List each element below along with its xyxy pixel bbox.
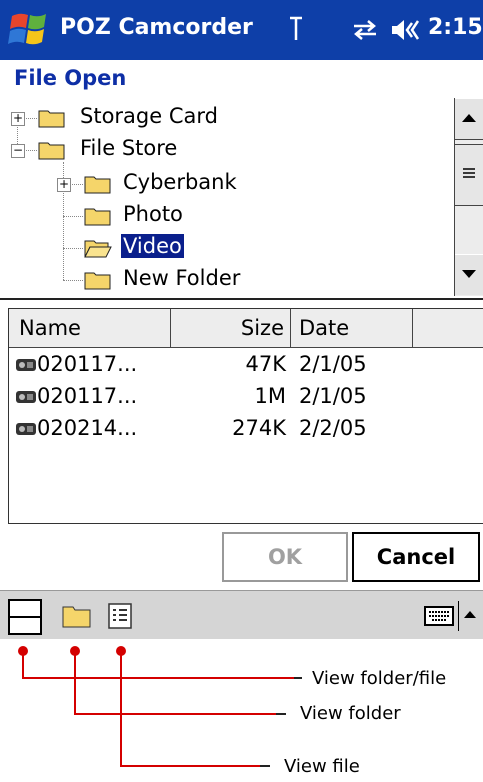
expand-icon[interactable]: + [57,178,71,192]
video-file-icon [16,359,36,371]
annotation-line [22,677,294,679]
annotation-line [276,713,286,715]
tree-item-file-store[interactable]: − File Store [8,134,448,166]
arrow-down-icon [462,270,476,278]
clock[interactable]: 2:15 [428,15,483,40]
column-header-size[interactable]: Size [171,309,291,347]
view-folder-icon[interactable] [62,603,92,629]
tree-scrollbar[interactable] [454,98,483,296]
annotation-line [294,677,302,679]
annotation-line [260,765,270,767]
file-name: 020117... [37,352,138,376]
annotation-line [74,650,76,714]
tree-item-photo[interactable]: Photo [8,200,448,232]
divider [0,298,483,300]
file-size: 47K [245,352,287,376]
tree-item-label: New Folder [123,266,241,290]
scroll-up-button[interactable] [455,98,483,140]
tree-item-label: Cyberbank [123,170,237,194]
file-date: 2/2/05 [299,416,367,440]
file-size: 274K [232,416,286,440]
video-file-icon [16,391,36,403]
list-header: Name Size Date [9,309,483,348]
annotation-line [22,650,24,678]
tree-item-new-folder[interactable]: New Folder [8,264,448,296]
signal-icon[interactable] [288,16,304,42]
annotation-line [120,650,122,766]
expand-icon[interactable]: + [11,112,25,126]
windows-logo-icon[interactable] [8,10,52,50]
tree-item-video[interactable]: Video [8,232,448,264]
video-file-icon [16,423,36,435]
file-row[interactable]: 020117... 1M 2/1/05 [9,381,483,413]
folder-icon [38,142,65,160]
tree-item-label: Photo [123,202,183,226]
folder-icon [38,110,65,128]
tree-item-label: Storage Card [80,104,218,128]
collapse-icon[interactable]: − [11,144,25,158]
file-name: 020214... [37,416,138,440]
file-size: 1M [254,384,286,408]
menu-bar [0,590,483,639]
ok-button[interactable]: OK [222,532,348,582]
annotation-line [120,765,260,767]
view-file-icon[interactable] [108,603,132,629]
grip-icon [463,168,475,178]
column-header-date[interactable]: Date [291,309,413,347]
tree-item-label: Video [120,233,185,259]
annotation-line [74,713,276,715]
volume-icon[interactable] [390,17,426,43]
tree-item-cyberbank[interactable]: + Cyberbank [8,168,448,200]
column-header-name[interactable]: Name [9,309,171,347]
tree-item-storage-card[interactable]: + Storage Card [8,102,448,134]
title-bar: POZ Camcorder 2:15 [0,0,483,60]
scroll-down-button[interactable] [455,254,483,295]
open-folder-icon [84,240,112,258]
file-list[interactable]: Name Size Date 020117... 47K 2/1/05 0201… [8,308,483,524]
app-title: POZ Camcorder [60,15,253,40]
folder-icon [84,208,111,226]
file-date: 2/1/05 [299,352,367,376]
folder-icon [84,272,111,290]
file-row[interactable]: 020214... 274K 2/2/05 [9,413,483,445]
divider [458,601,459,631]
view-folder-file-icon[interactable] [8,599,42,635]
file-date: 2/1/05 [299,384,367,408]
file-row[interactable]: 020117... 47K 2/1/05 [9,349,483,381]
annotation-view-folder-file: View folder/file [312,668,447,689]
arrow-up-icon[interactable] [464,609,476,619]
annotation-view-file: View file [284,756,360,777]
dialog-title: File Open [14,66,127,90]
keyboard-icon[interactable] [424,605,454,627]
cancel-button[interactable]: Cancel [352,532,480,582]
folder-tree[interactable]: + Storage Card − File Store + Cyberbank … [8,98,454,296]
folder-icon [84,176,111,194]
scroll-thumb[interactable] [455,144,483,206]
tree-item-label: File Store [80,136,178,160]
file-name: 020117... [37,384,138,408]
annotation-view-folder: View folder [300,703,401,724]
arrow-up-icon [462,114,476,122]
sync-icon[interactable] [350,18,380,42]
